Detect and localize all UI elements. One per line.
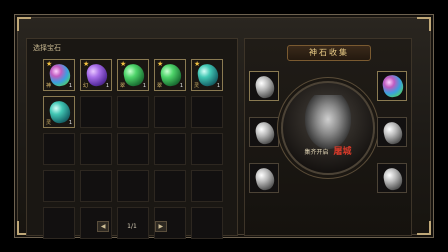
star-icon: ★	[46, 60, 53, 68]
gem-tag: 灵	[194, 83, 200, 89]
gem-count: 1	[142, 83, 146, 89]
star-icon: ★	[120, 60, 127, 68]
gem-count: 1	[216, 83, 220, 89]
pagination: ◀ 1/1 ▶	[27, 220, 237, 232]
gem-tag: 翠	[120, 83, 126, 89]
gem-count: 1	[105, 83, 109, 89]
divine-stone-collection-panel: 神石收集 集齐开启 屠城	[244, 38, 412, 236]
next-page-button[interactable]: ▶	[154, 220, 167, 232]
collection-slot[interactable]	[377, 117, 407, 147]
gem-slot[interactable]	[191, 133, 223, 165]
star-icon: ★	[157, 60, 164, 68]
caption-text: 集齐开启	[304, 149, 329, 156]
gem-slot[interactable]	[43, 133, 75, 165]
gray-stone-icon	[253, 166, 277, 192]
gem-count: 1	[68, 83, 72, 89]
gem-slot[interactable]: ★ 灵 1	[191, 59, 223, 91]
prev-page-button[interactable]: ◀	[97, 220, 110, 232]
gem-slot[interactable]: ★ 幻 1	[80, 59, 112, 91]
gem-slot[interactable]	[117, 96, 149, 128]
collection-slot[interactable]	[249, 163, 279, 193]
gem-slot[interactable]	[117, 133, 149, 165]
star-icon: ★	[194, 60, 201, 68]
panel-title: 选择宝石	[33, 44, 61, 52]
gem-grid: ★ 神 1 ★ 幻 1 ★ 翠 1 ★ 翠 1 ★ 灵 1 灵 1	[43, 59, 223, 239]
gem-slot[interactable]	[80, 170, 112, 202]
page-indicator: 1/1	[127, 222, 137, 230]
gem-slot[interactable]: 灵1	[43, 96, 75, 128]
rainbow-gem-icon	[380, 73, 406, 99]
gem-slot[interactable]: ★ 翠 1	[117, 59, 149, 91]
frame-corner	[417, 221, 431, 235]
gem-slot[interactable]	[154, 170, 186, 202]
collection-slot[interactable]	[249, 71, 279, 101]
collection-slot[interactable]	[377, 163, 407, 193]
gem-selection-panel: 选择宝石 ★ 神 1 ★ 幻 1 ★ 翠 1 ★ 翠 1 ★ 灵 1 灵 1 ◀ 1/1 ▶	[26, 38, 238, 239]
frame-corner	[417, 17, 431, 31]
gem-tag: 幻	[83, 83, 89, 89]
gem-count: 1	[68, 120, 72, 126]
gem-slot[interactable]	[154, 96, 186, 128]
collection-slot[interactable]	[377, 71, 407, 101]
gem-tag: 灵	[46, 120, 52, 126]
gem-slot[interactable]	[154, 133, 186, 165]
gem-slot[interactable]	[80, 96, 112, 128]
gem-slot[interactable]	[117, 170, 149, 202]
gem-count: 1	[179, 83, 183, 89]
frame-corner	[17, 17, 31, 31]
star-icon: ★	[83, 60, 90, 68]
caption-target: 屠城	[333, 147, 352, 157]
gray-stone-icon	[381, 120, 405, 146]
gem-slot[interactable]: ★ 翠 1	[154, 59, 186, 91]
gem-slot[interactable]	[191, 96, 223, 128]
unlock-portrait	[281, 81, 375, 175]
gem-slot[interactable]	[80, 133, 112, 165]
gem-slot[interactable]: ★ 神 1	[43, 59, 75, 91]
gem-tag: 神	[46, 83, 52, 89]
gem-tag: 翠	[157, 83, 163, 89]
gem-slot[interactable]	[43, 170, 75, 202]
collection-banner: 神石收集	[287, 45, 371, 61]
gray-stone-icon	[381, 166, 405, 192]
gem-slot[interactable]	[191, 170, 223, 202]
gray-stone-icon	[253, 74, 277, 100]
